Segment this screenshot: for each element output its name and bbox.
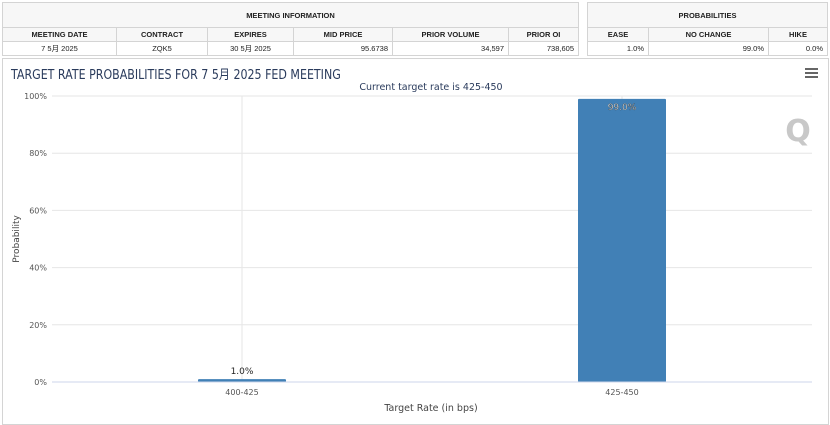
x-tick-label: 400-425 bbox=[225, 388, 258, 397]
y-tick-label: 40% bbox=[29, 264, 47, 273]
x-tick-label: 425-450 bbox=[605, 388, 638, 397]
y-tick-label: 80% bbox=[29, 149, 47, 158]
watermark-logo: Q bbox=[785, 114, 811, 149]
y-tick-label: 100% bbox=[24, 92, 47, 101]
y-tick-label: 0% bbox=[34, 378, 47, 387]
probability-chart: Current target rate is 425-450 0% 20% 40% 60… bbox=[12, 82, 812, 414]
y-tick-label: 20% bbox=[29, 321, 47, 330]
x-axis-title: Target Rate (in bps) bbox=[383, 403, 477, 414]
bar bbox=[578, 98, 666, 383]
data-label: 99.0% bbox=[608, 103, 637, 113]
y-axis-title: Probability bbox=[12, 215, 22, 263]
chart-subtitle: Current target rate is 425-450 bbox=[359, 82, 502, 93]
data-label: 1.0% bbox=[231, 367, 254, 377]
y-tick-label: 60% bbox=[29, 206, 47, 215]
